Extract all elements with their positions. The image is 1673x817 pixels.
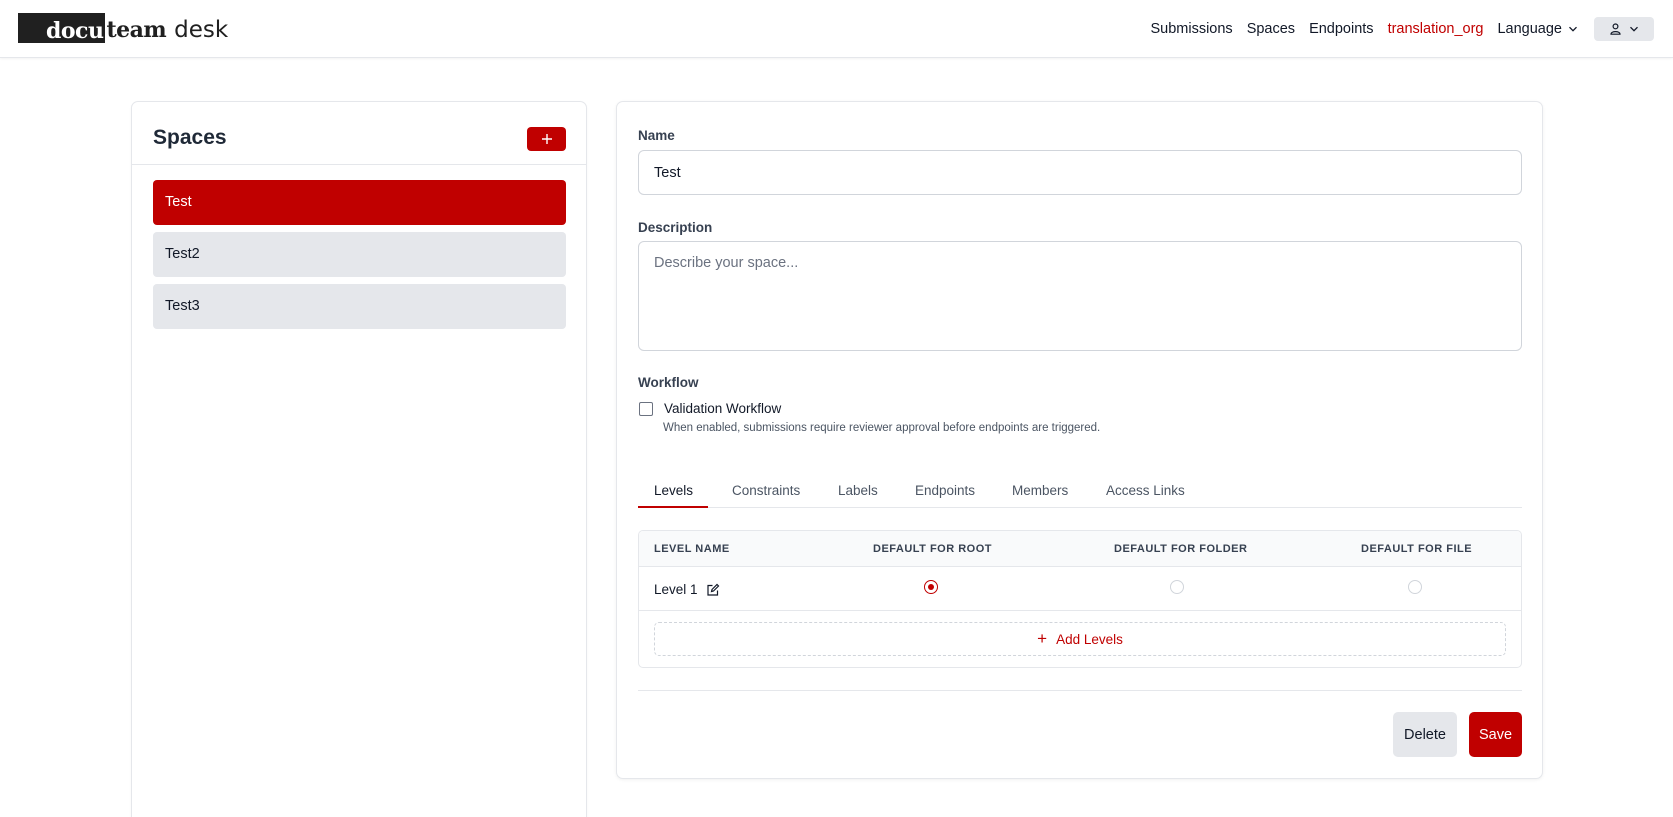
logo-desk: desk bbox=[174, 17, 229, 43]
space-item-test3[interactable]: Test3 bbox=[153, 284, 566, 329]
space-tabs: Levels Constraints Labels Endpoints Memb… bbox=[638, 474, 1522, 508]
tab-labels[interactable]: Labels bbox=[838, 483, 878, 498]
description-label: Description bbox=[638, 220, 713, 235]
active-tab-indicator bbox=[638, 506, 708, 508]
name-input[interactable] bbox=[638, 150, 1522, 195]
tab-members[interactable]: Members bbox=[1012, 483, 1068, 498]
default-root-radio[interactable] bbox=[924, 580, 938, 594]
col-level-name: LEVEL NAME bbox=[654, 543, 730, 555]
level-name-cell: Level 1 bbox=[654, 582, 720, 597]
chevron-down-icon bbox=[1569, 26, 1577, 32]
name-label: Name bbox=[638, 128, 675, 143]
default-folder-radio[interactable] bbox=[1170, 580, 1184, 594]
main-nav: Submissions Spaces Endpoints translation… bbox=[1136, 16, 1654, 42]
validation-workflow-option: Validation Workflow bbox=[639, 401, 781, 416]
levels-table: LEVEL NAME DEFAULT FOR ROOT DEFAULT FOR … bbox=[638, 530, 1522, 668]
level-name: Level 1 bbox=[654, 582, 698, 597]
top-navbar: docu team desk Submissions Spaces Endpoi… bbox=[0, 0, 1673, 58]
validation-workflow-help: When enabled, submissions require review… bbox=[663, 422, 1101, 434]
edit-icon[interactable] bbox=[706, 583, 720, 597]
tab-access-links[interactable]: Access Links bbox=[1106, 483, 1185, 498]
user-menu-button[interactable] bbox=[1594, 17, 1654, 41]
space-item-test2[interactable]: Test2 bbox=[153, 232, 566, 277]
col-default-file: DEFAULT FOR FILE bbox=[1361, 543, 1473, 555]
user-icon bbox=[1609, 23, 1621, 35]
nav-submissions[interactable]: Submissions bbox=[1150, 21, 1232, 37]
space-detail-panel: Name Description Workflow Validation Wor… bbox=[616, 101, 1543, 779]
logo-team: team bbox=[106, 17, 167, 43]
tab-constraints[interactable]: Constraints bbox=[732, 483, 800, 498]
language-label: Language bbox=[1497, 21, 1562, 37]
language-dropdown[interactable]: Language bbox=[1497, 21, 1578, 37]
logo-docu: docu bbox=[18, 13, 106, 44]
docuteam-desk-logo[interactable]: docu team desk bbox=[18, 13, 229, 44]
levels-table-header: LEVEL NAME DEFAULT FOR ROOT DEFAULT FOR … bbox=[639, 531, 1521, 567]
plus-icon bbox=[541, 134, 552, 144]
default-file-radio[interactable] bbox=[1408, 580, 1422, 594]
nav-endpoints[interactable]: Endpoints bbox=[1309, 21, 1374, 37]
add-levels-label: Add Levels bbox=[1056, 631, 1123, 647]
add-levels-button[interactable]: + Add Levels bbox=[654, 622, 1506, 656]
validation-workflow-label[interactable]: Validation Workflow bbox=[664, 401, 781, 416]
col-default-root: DEFAULT FOR ROOT bbox=[873, 543, 993, 555]
col-default-folder: DEFAULT FOR FOLDER bbox=[1114, 543, 1248, 555]
spaces-title: Spaces bbox=[153, 126, 227, 149]
delete-button[interactable]: Delete bbox=[1393, 712, 1457, 757]
tab-endpoints[interactable]: Endpoints bbox=[915, 483, 975, 498]
nav-spaces[interactable]: Spaces bbox=[1247, 21, 1295, 37]
divider bbox=[638, 690, 1522, 691]
spaces-panel: Spaces Test Test2 Test3 bbox=[131, 101, 587, 817]
space-item-test[interactable]: Test bbox=[153, 180, 566, 225]
workflow-label: Workflow bbox=[638, 375, 699, 390]
add-space-button[interactable] bbox=[527, 127, 566, 151]
nav-organization[interactable]: translation_org bbox=[1388, 21, 1484, 37]
plus-icon: + bbox=[1037, 629, 1048, 648]
table-row: Level 1 bbox=[639, 567, 1521, 611]
description-textarea[interactable] bbox=[638, 241, 1522, 351]
save-button[interactable]: Save bbox=[1469, 712, 1522, 757]
tab-levels[interactable]: Levels bbox=[654, 483, 693, 498]
validation-workflow-checkbox[interactable] bbox=[639, 401, 653, 416]
chevron-down-icon bbox=[1629, 26, 1638, 32]
spaces-panel-header: Spaces bbox=[132, 102, 586, 165]
